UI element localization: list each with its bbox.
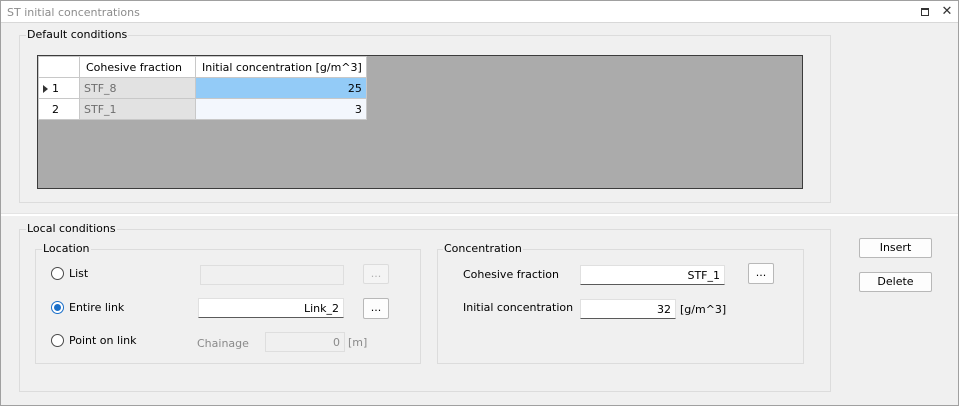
close-icon[interactable]: ✕ xyxy=(939,4,955,20)
entire-link-radio[interactable] xyxy=(51,301,64,314)
grid-table: Cohesive fraction Initial concentration … xyxy=(38,56,367,120)
column-header-cohesive-fraction[interactable]: Cohesive fraction xyxy=(79,56,196,78)
cell-initial-concentration[interactable]: 25 xyxy=(195,77,367,99)
row-header[interactable]: 1 xyxy=(38,77,80,99)
current-row-arrow-icon xyxy=(43,84,48,93)
table-row[interactable]: 2 STF_1 3 xyxy=(38,98,367,120)
delete-button[interactable]: Delete xyxy=(859,272,932,292)
list-radio[interactable] xyxy=(51,267,64,280)
title-bar: ST initial concentrations ✕ xyxy=(1,1,958,23)
grid-header-row: Cohesive fraction Initial concentration … xyxy=(38,56,367,78)
cohesive-fraction-field[interactable]: STF_1 xyxy=(580,265,725,285)
st-initial-concentrations-window: ST initial concentrations ✕ Default cond… xyxy=(0,0,959,406)
window-title: ST initial concentrations xyxy=(7,6,140,19)
insert-button[interactable]: Insert xyxy=(859,238,932,258)
row-number: 2 xyxy=(52,102,59,116)
list-field xyxy=(200,265,344,285)
chainage-label: Chainage xyxy=(197,337,249,350)
column-header-initial-concentration[interactable]: Initial concentration [g/m^3] xyxy=(195,56,367,78)
list-radio-label[interactable]: List xyxy=(69,267,88,280)
row-header[interactable]: 2 xyxy=(38,98,80,120)
default-conditions-grid[interactable]: Cohesive fraction Initial concentration … xyxy=(37,55,803,189)
point-on-link-radio[interactable] xyxy=(51,334,64,347)
row-header-corner xyxy=(38,56,80,78)
cell-cohesive-fraction[interactable]: STF_1 xyxy=(79,98,196,120)
list-browse-button: ... xyxy=(363,264,389,284)
local-conditions-label: Local conditions xyxy=(26,222,117,235)
entire-link-radio-label[interactable]: Entire link xyxy=(69,301,124,314)
entire-link-field[interactable]: Link_2 xyxy=(198,298,344,318)
chainage-unit: [m] xyxy=(348,336,368,349)
cohesive-fraction-browse-button[interactable]: ... xyxy=(748,263,774,284)
initial-concentration-field[interactable]: 32 xyxy=(580,299,676,319)
row-number: 1 xyxy=(52,81,59,95)
chainage-field: 0 xyxy=(265,332,345,352)
table-row[interactable]: 1 STF_8 25 xyxy=(38,77,367,99)
cohesive-fraction-label: Cohesive fraction xyxy=(463,268,559,281)
cell-initial-concentration[interactable]: 3 xyxy=(195,98,367,120)
point-on-link-radio-label[interactable]: Point on link xyxy=(69,334,136,347)
default-conditions-label: Default conditions xyxy=(26,28,129,41)
concentration-label: Concentration xyxy=(443,242,523,255)
splitter[interactable] xyxy=(1,213,958,216)
initial-concentration-label: Initial concentration xyxy=(463,301,574,314)
location-label: Location xyxy=(42,242,91,255)
cell-cohesive-fraction[interactable]: STF_8 xyxy=(79,77,196,99)
initial-concentration-unit: [g/m^3] xyxy=(680,303,727,316)
restore-icon[interactable] xyxy=(917,4,933,20)
entire-link-browse-button[interactable]: ... xyxy=(363,298,389,319)
